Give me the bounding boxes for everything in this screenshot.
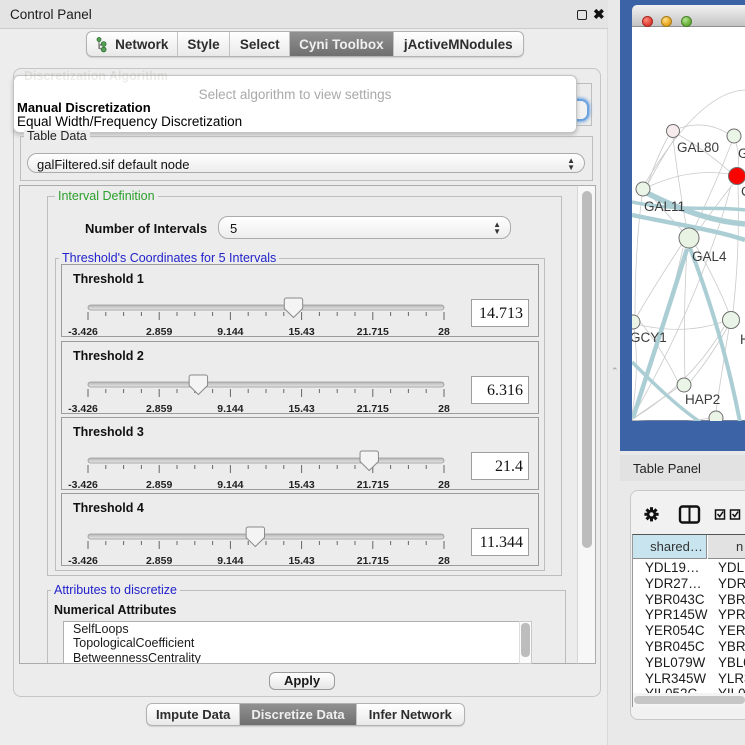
svg-text:21.715: 21.715 — [357, 403, 389, 413]
svg-text:2.859: 2.859 — [146, 479, 172, 489]
svg-text:2.859: 2.859 — [146, 326, 172, 336]
svg-text:28: 28 — [438, 326, 450, 336]
svg-text:2.859: 2.859 — [146, 555, 172, 565]
svg-text:21.715: 21.715 — [357, 555, 389, 565]
svg-text:9.144: 9.144 — [217, 403, 243, 413]
svg-text:15.43: 15.43 — [288, 555, 314, 565]
svg-text:28: 28 — [438, 479, 450, 489]
svg-text:GA: GA — [738, 146, 745, 161]
svg-text:GAL80: GAL80 — [677, 140, 719, 155]
svg-text:15.43: 15.43 — [288, 479, 314, 489]
svg-text:9.144: 9.144 — [217, 555, 243, 565]
svg-text:-3.426: -3.426 — [68, 326, 98, 336]
svg-text:-3.426: -3.426 — [68, 403, 98, 413]
svg-text:15.43: 15.43 — [288, 403, 314, 413]
svg-text:GAL11: GAL11 — [644, 199, 685, 214]
svg-text:-3.426: -3.426 — [68, 479, 98, 489]
svg-text:HA: HA — [740, 332, 745, 347]
svg-text:9.144: 9.144 — [217, 479, 243, 489]
svg-text:-3.426: -3.426 — [68, 555, 98, 565]
svg-text:15.43: 15.43 — [288, 326, 314, 336]
svg-text:GAL4: GAL4 — [692, 249, 727, 264]
svg-text:21.715: 21.715 — [357, 326, 389, 336]
svg-text:2.859: 2.859 — [146, 403, 172, 413]
svg-text:28: 28 — [438, 403, 450, 413]
svg-text:28: 28 — [438, 555, 450, 565]
svg-text:9.144: 9.144 — [217, 326, 243, 336]
svg-text:CR: CR — [741, 184, 745, 199]
svg-text:GCY1: GCY1 — [632, 330, 667, 345]
svg-text:HAP2: HAP2 — [685, 392, 720, 407]
svg-text:21.715: 21.715 — [357, 479, 389, 489]
